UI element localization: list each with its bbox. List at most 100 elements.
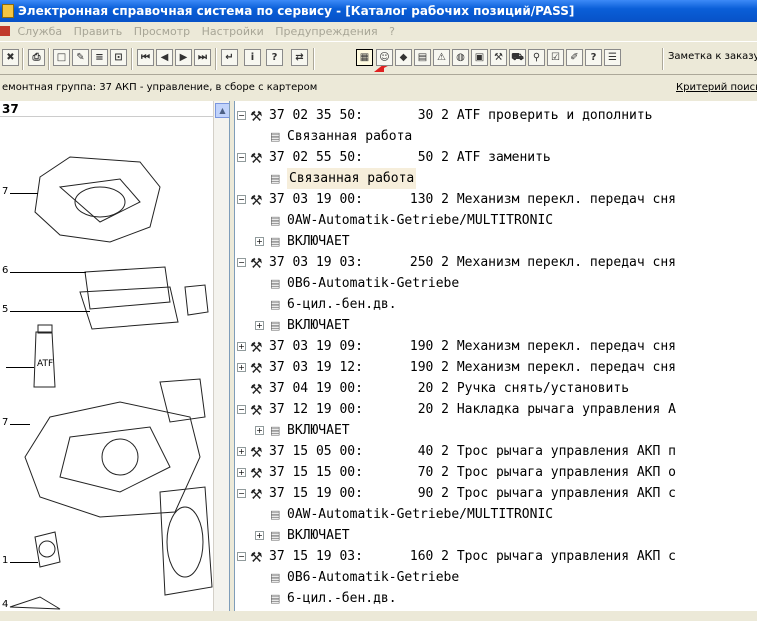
collapse-icon[interactable]: − xyxy=(237,489,246,498)
tree-detail-row[interactable]: ▤ 0B6-Automatik-Getriebe xyxy=(235,273,757,294)
collapse-icon[interactable]: − xyxy=(237,195,246,204)
menu-help[interactable]: ? xyxy=(389,25,395,38)
menu-view[interactable]: Просмотр xyxy=(134,25,190,38)
callout-line xyxy=(10,424,30,425)
document-icon: ▤ xyxy=(270,298,281,311)
work-positions-tree: − ⚒ 37 02 35 50: 30 2 ATF проверить и допо… xyxy=(234,101,757,611)
wrench-icon: ⚒ xyxy=(250,382,263,398)
car-search-icon[interactable]: ⚲ xyxy=(528,49,545,66)
toolbar-separator xyxy=(313,48,315,70)
tool-green-icon[interactable]: ⚒ xyxy=(490,49,507,66)
tree-detail-row[interactable]: ▤ 0B6-Automatik-Getriebe xyxy=(235,567,757,588)
first-record-icon[interactable]: ⏮ xyxy=(137,49,154,66)
repair-group-label: емонтная группа: 37 АКП - управление, в … xyxy=(2,82,318,93)
menu-edit[interactable]: Править xyxy=(74,25,123,38)
scroll-up-icon[interactable]: ▲ xyxy=(215,103,229,118)
document-icon: ▤ xyxy=(270,214,281,227)
menu-settings[interactable]: Настройки xyxy=(202,25,264,38)
globe-icon[interactable]: ◍ xyxy=(452,49,469,66)
operation-text: 37 03 19 12: 190 2 Механизм перекл. пере… xyxy=(269,360,676,375)
toolbar-separator xyxy=(22,48,24,70)
menu-list-icon[interactable]: ☰ xyxy=(604,49,621,66)
tree-detail-row[interactable]: ▤ 6-цил.-бен.дв. xyxy=(235,294,757,315)
jump-icon[interactable]: ↵ xyxy=(221,49,238,66)
expand-icon[interactable]: + xyxy=(255,237,264,246)
app-icon xyxy=(2,4,14,18)
tree-detail-row[interactable]: ▤ Связанная работа xyxy=(235,126,757,147)
question-icon[interactable]: ? xyxy=(266,49,283,66)
expand-icon[interactable]: + xyxy=(255,321,264,330)
document-icon: ▤ xyxy=(270,592,281,605)
wrench-icon: ⚒ xyxy=(250,361,263,377)
tree-operation-row[interactable]: + ⚒ 37 03 19 12: 190 2 Механизм перекл. пе… xyxy=(235,357,757,378)
expand-icon[interactable]: + xyxy=(255,531,264,540)
expand-icon[interactable]: + xyxy=(237,447,246,456)
edit-document-icon[interactable]: ✎ xyxy=(72,49,89,66)
catalog-grid-icon[interactable]: ▦ xyxy=(356,49,373,66)
wrench-icon: ⚒ xyxy=(250,109,263,125)
illustration-scrollbar[interactable]: ▲ xyxy=(213,101,229,611)
tree-operation-row[interactable]: ⚒ 37 04 19 00: 20 2 Ручка снять/установит… xyxy=(235,378,757,399)
operation-text: 37 15 19 00: 90 2 Трос рычага управления… xyxy=(269,486,676,501)
tree-operation-row[interactable]: − ⚒ 37 02 55 50: 50 2 ATF заменить xyxy=(235,147,757,168)
table-icon[interactable]: ▤ xyxy=(414,49,431,66)
help-doc-icon[interactable]: ? xyxy=(585,49,602,66)
swap-icon[interactable]: ⇄ xyxy=(291,49,308,66)
previous-record-icon[interactable]: ◀ xyxy=(156,49,173,66)
tree-operation-row[interactable]: − ⚒ 37 15 19 03: 160 2 Трос рычага управле… xyxy=(235,546,757,567)
tree-operation-row[interactable]: − ⚒ 37 03 19 00: 130 2 Механизм перекл. пе… xyxy=(235,189,757,210)
expand-icon[interactable]: + xyxy=(237,468,246,477)
list-document-icon[interactable]: ≡ xyxy=(91,49,108,66)
disk-icon[interactable]: ▣ xyxy=(471,49,488,66)
collapse-icon[interactable]: − xyxy=(237,111,246,120)
print-icon[interactable]: ⎙ xyxy=(28,49,45,66)
detail-text: 6-цил.-бен.дв. xyxy=(287,297,397,312)
wrench-icon: ⚒ xyxy=(250,487,263,503)
tree-operation-row[interactable]: − ⚒ 37 12 19 00: 20 2 Накладка рычага упра… xyxy=(235,399,757,420)
tree-operation-row[interactable]: − ⚒ 37 02 35 50: 30 2 ATF проверить и допо… xyxy=(235,105,757,126)
tree-detail-row[interactable]: ▤ 6-цил.-бен.дв. xyxy=(235,588,757,609)
car-green-icon[interactable]: ⛟ xyxy=(509,49,526,66)
operation-text: 37 15 05 00: 40 2 Трос рычага управления… xyxy=(269,444,676,459)
menu-warnings[interactable]: Предупреждения xyxy=(275,25,377,38)
group-bar: емонтная группа: 37 АКП - управление, в … xyxy=(0,76,757,100)
tool-icon[interactable]: ✖ xyxy=(2,49,19,66)
expand-icon[interactable]: + xyxy=(237,363,246,372)
tree-detail-row[interactable]: + ▤ ВКЛЮЧАЕТ xyxy=(235,315,757,336)
tree-detail-row[interactable]: ▤ 0AW-Automatik-Getriebe/MULTITRONIC xyxy=(235,210,757,231)
tree-operation-row[interactable]: + ⚒ 37 03 19 09: 190 2 Механизм перекл. пе… xyxy=(235,336,757,357)
person-icon[interactable]: ☺ xyxy=(376,49,393,66)
tree-detail-row[interactable]: ▤ Связанная работа xyxy=(235,168,757,189)
collapse-icon[interactable]: − xyxy=(237,405,246,414)
order-note-button[interactable]: Заметка к заказу xyxy=(668,51,757,62)
tree-detail-row[interactable]: + ▤ ВКЛЮЧАЕТ xyxy=(235,231,757,252)
collapse-icon[interactable]: − xyxy=(237,153,246,162)
info-icon[interactable]: i xyxy=(244,49,261,66)
repair-icon[interactable]: ◆ xyxy=(395,49,412,66)
tree-operation-row[interactable]: − ⚒ 37 15 19 00: 90 2 Трос рычага управлен… xyxy=(235,483,757,504)
next-record-icon[interactable]: ▶ xyxy=(175,49,192,66)
car-icon[interactable]: ⊡ xyxy=(110,49,127,66)
new-document-icon[interactable]: □ xyxy=(53,49,70,66)
tree-operation-row[interactable]: + ⚒ 37 15 15 00: 70 2 Трос рычага управлен… xyxy=(235,462,757,483)
collapse-icon[interactable]: − xyxy=(237,552,246,561)
expand-icon[interactable]: + xyxy=(237,342,246,351)
callout-label: 4 xyxy=(2,599,9,610)
operation-text: 37 04 19 00: 20 2 Ручка снять/установить xyxy=(269,381,630,396)
edit-icon[interactable]: ✐ xyxy=(566,49,583,66)
detail-text: 0AW-Automatik-Getriebe/MULTITRONIC xyxy=(287,213,554,228)
tree-operation-row[interactable]: − ⚒ 37 03 19 03: 250 2 Механизм перекл. пе… xyxy=(235,252,757,273)
collapse-icon[interactable]: − xyxy=(237,258,246,267)
operation-text: 37 03 19 09: 190 2 Механизм перекл. пере… xyxy=(269,339,676,354)
search-criteria-link[interactable]: Критерий поиска xyxy=(676,76,757,100)
expand-icon[interactable]: + xyxy=(255,426,264,435)
tree-operation-row[interactable]: + ⚒ 37 15 05 00: 40 2 Трос рычага управлен… xyxy=(235,441,757,462)
tree-detail-row[interactable]: + ▤ ВКЛЮЧАЕТ xyxy=(235,525,757,546)
warning-icon[interactable]: ⚠ xyxy=(433,49,450,66)
checklist-icon[interactable]: ☑ xyxy=(547,49,564,66)
last-record-icon[interactable]: ⏭ xyxy=(194,49,211,66)
document-icon: ▤ xyxy=(270,571,281,584)
tree-detail-row[interactable]: ▤ 0AW-Automatik-Getriebe/MULTITRONIC xyxy=(235,504,757,525)
menu-service[interactable]: Служба xyxy=(18,25,63,38)
tree-detail-row[interactable]: + ▤ ВКЛЮЧАЕТ xyxy=(235,420,757,441)
